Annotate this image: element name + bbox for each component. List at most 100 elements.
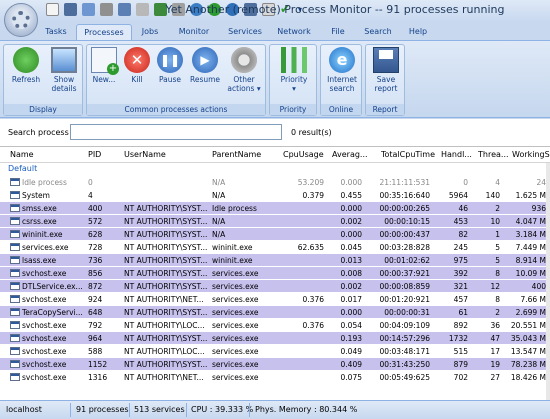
process-name-text: DTLService.ex... [22, 282, 83, 291]
other-actions-button[interactable]: Other actions ▾ [223, 47, 265, 93]
process-name: svchost.exe [10, 267, 84, 280]
status-services: 513 services [134, 405, 185, 414]
table-row[interactable]: wininit.exe 628 NT AUTHORITY\SYST... N/A 0.0… [0, 228, 550, 241]
process-icon [10, 204, 20, 212]
table-row[interactable]: svchost.exe 1316 NT AUTHORITY\NET... servic… [0, 371, 550, 384]
process-total-cpu-time: 00:00:37:921 [379, 269, 430, 278]
tab-jobs[interactable]: Jobs [134, 24, 166, 40]
column-header-pid[interactable]: PID [88, 150, 116, 159]
table-row[interactable]: svchost.exe 588 NT AUTHORITY\LOC... service… [0, 345, 550, 358]
process-icon [10, 178, 20, 186]
tab-monitor[interactable]: Monitor [171, 24, 217, 40]
tab-search[interactable]: Search [360, 24, 396, 40]
gear-icon [12, 11, 30, 29]
kill-button[interactable]: ✕ Kill [121, 47, 153, 84]
vertical-scrollbar[interactable] [546, 163, 550, 400]
column-header-totalcputime[interactable]: TotalCpuTime [381, 150, 437, 159]
tab-services[interactable]: Services [223, 24, 267, 40]
window-icon[interactable] [82, 3, 95, 16]
table-row[interactable]: svchost.exe 792 NT AUTHORITY\LOC... service… [0, 319, 550, 332]
process-name-text: svchost.exe [22, 373, 67, 382]
pause-icon: ❚❚ [157, 47, 183, 73]
process-pid: 572 [88, 217, 103, 226]
process-total-cpu-time: 00:00:00:31 [384, 308, 430, 317]
group-display: Refresh Show details Display [3, 44, 83, 116]
priority-button[interactable]: Priority ▾ [272, 47, 316, 93]
column-header-threads[interactable]: Threa... [478, 150, 508, 159]
column-header-cpuusage[interactable]: CpuUsage [283, 150, 331, 159]
table-row[interactable]: TeraCopyServi... 648 NT AUTHORITY\SYST... s… [0, 306, 550, 319]
internet-search-button[interactable]: e Internet search [322, 47, 362, 93]
table-row[interactable]: smss.exe 400 NT AUTHORITY\SYST... Idle proc… [0, 202, 550, 215]
process-pid: 856 [88, 269, 103, 278]
process-working-set: 3.184 M [515, 230, 546, 239]
process-parent: services.exe [212, 295, 259, 304]
process-working-set: 2.699 M [515, 308, 546, 317]
process-pid: 0 [88, 178, 93, 187]
table-row[interactable]: svchost.exe 856 NT AUTHORITY\SYST... servic… [0, 267, 550, 280]
process-average: 0.002 [340, 217, 362, 226]
process-working-set: 24 [536, 178, 546, 187]
column-header-name[interactable]: Name [10, 150, 80, 159]
process-total-cpu-time: 00:01:20:921 [379, 295, 430, 304]
search-input[interactable] [70, 124, 282, 140]
table-row[interactable]: System 4 N/A 0.379 0.455 00:35:16:640 5964 140 1… [0, 189, 550, 202]
pause-button[interactable]: ❚❚ Pause [153, 47, 187, 84]
process-handles: 61 [458, 308, 468, 317]
table-row[interactable]: lsass.exe 736 NT AUTHORITY\SYST... wininit.… [0, 254, 550, 267]
refresh-button[interactable]: Refresh [6, 47, 46, 84]
process-threads: 12 [490, 282, 500, 291]
table-row[interactable]: DTLService.ex... 872 NT AUTHORITY\SYST... s… [0, 280, 550, 293]
column-header-handles[interactable]: Handl... [441, 150, 475, 159]
group-online: e Internet search Online [320, 44, 362, 116]
tab-file[interactable]: File [325, 24, 351, 40]
process-name: wininit.exe [10, 228, 84, 241]
process-name-text: csrss.exe [22, 217, 57, 226]
column-header-average[interactable]: Averag... [332, 150, 372, 159]
column-header-parentname[interactable]: ParentName [212, 150, 278, 159]
process-threads: 4 [495, 178, 500, 187]
status-host: localhost [6, 405, 42, 414]
resume-button[interactable]: ▶ Resume [187, 47, 223, 84]
status-divider [186, 403, 187, 417]
document-icon[interactable] [46, 3, 59, 16]
table-row[interactable]: services.exe 728 NT AUTHORITY\SYST... winin… [0, 241, 550, 254]
column-header-workingset[interactable]: WorkingS [512, 150, 550, 159]
process-parent: services.exe [212, 308, 259, 317]
save-report-button[interactable]: Save report [366, 47, 406, 93]
status-cpu: CPU : 39.333 % [191, 405, 254, 414]
process-name-text: smss.exe [22, 204, 57, 213]
group-header-default[interactable]: Default [0, 163, 550, 175]
column-header-username[interactable]: UserName [124, 150, 204, 159]
status-divider [249, 403, 250, 417]
table-row[interactable]: svchost.exe 1152 NT AUTHORITY\SYST... servi… [0, 358, 550, 371]
process-username: NT AUTHORITY\SYST... [124, 269, 208, 278]
process-total-cpu-time: 00:01:02:62 [384, 256, 430, 265]
tab-help[interactable]: Help [404, 24, 432, 40]
application-menu-button[interactable] [4, 3, 38, 37]
table-row[interactable]: svchost.exe 964 NT AUTHORITY\SYST... servic… [0, 332, 550, 345]
process-parent: wininit.exe [212, 243, 253, 252]
process-average: 0.193 [340, 334, 362, 343]
process-working-set: 1.625 M [515, 191, 546, 200]
table-row[interactable]: svchost.exe 924 NT AUTHORITY\NET... service… [0, 293, 550, 306]
process-name-text: svchost.exe [22, 360, 67, 369]
process-total-cpu-time: 00:03:48:171 [379, 347, 430, 356]
tab-network[interactable]: Network [272, 24, 316, 40]
tab-tasks[interactable]: Tasks [38, 24, 74, 40]
show-details-button[interactable]: Show details [44, 47, 84, 93]
new-process-button[interactable]: + New... [87, 47, 121, 84]
monitor-icon[interactable] [64, 3, 77, 16]
table-row[interactable]: Idle process 0 N/A 53.209 0.000 21:11:11:531 0… [0, 176, 550, 189]
disk-icon[interactable] [100, 3, 113, 16]
process-threads: 36 [490, 321, 500, 330]
process-threads: 5 [495, 256, 500, 265]
title-bar: ✔ ▾ Yet Another (remote) Process Monitor… [0, 0, 550, 22]
status-bar: localhost 91 processes 513 services CPU … [0, 400, 550, 419]
tab-processes[interactable]: Processes [76, 24, 132, 40]
process-name-text: svchost.exe [22, 321, 67, 330]
process-cpu: 53.209 [297, 178, 324, 187]
process-username: NT AUTHORITY\SYST... [124, 204, 208, 213]
process-cpu: 62.635 [297, 243, 324, 252]
table-row[interactable]: csrss.exe 572 NT AUTHORITY\SYST... N/A 0.002… [0, 215, 550, 228]
